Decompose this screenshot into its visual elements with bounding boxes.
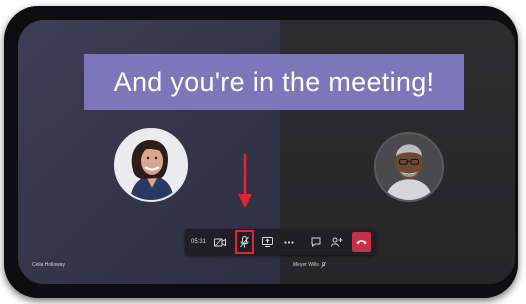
more-options-icon	[283, 240, 294, 244]
share-screen-icon	[262, 237, 273, 247]
participant-avatar-right	[374, 132, 444, 202]
meeting-window: And you're in the meeting! 05:31 Celia H…	[18, 20, 515, 284]
hang-up-icon	[356, 240, 367, 245]
call-timer: 05:31	[190, 239, 206, 245]
camera-button[interactable]	[210, 232, 229, 252]
banner-text: And you're in the meeting!	[113, 66, 435, 97]
chat-button[interactable]	[306, 232, 325, 252]
participant-avatar-left	[114, 128, 188, 202]
microphone-button[interactable]	[235, 230, 254, 254]
camera-icon	[213, 237, 226, 247]
more-options-button[interactable]	[279, 232, 298, 252]
chat-icon	[311, 237, 320, 247]
call-toolbar: 05:31	[185, 229, 375, 255]
device-frame: And you're in the meeting! 05:31 Celia H…	[4, 6, 518, 298]
participant-name-right: Meyer Wills	[293, 262, 319, 268]
participants-button[interactable]	[327, 232, 346, 252]
meeting-banner: And you're in the meeting!	[84, 54, 464, 110]
muted-mic-indicator-icon	[320, 262, 326, 268]
participants-icon	[330, 237, 342, 247]
share-screen-button[interactable]	[258, 232, 277, 252]
pointer-arrow-icon	[238, 154, 252, 208]
participant-name-left: Celia Holloway	[32, 262, 66, 268]
participant-name-right-group: Meyer Wills	[293, 262, 326, 268]
microphone-muted-icon	[240, 236, 249, 248]
hang-up-button[interactable]	[352, 232, 371, 252]
